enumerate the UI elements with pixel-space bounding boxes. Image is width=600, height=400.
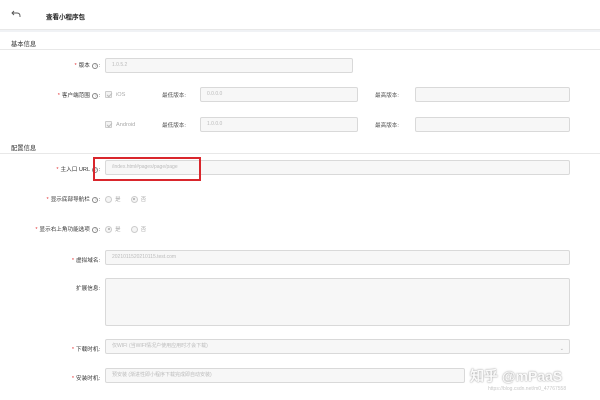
- checkbox-icon: [105, 91, 112, 98]
- android-min-label: 最低版本:: [162, 123, 186, 129]
- install-time-select[interactable]: 预安装 (渐进性即小程序下载完成即自动安装): [105, 368, 465, 383]
- divider: [0, 49, 600, 50]
- android-min-version-field[interactable]: 1.0.0.0: [200, 117, 358, 132]
- top-right-radio-group[interactable]: 是 否: [105, 225, 156, 233]
- android-max-version-field[interactable]: [415, 117, 570, 132]
- highlight-box: [93, 157, 201, 181]
- watermark-text: 知乎 @mPaaS: [470, 368, 563, 384]
- ios-min-label: 最低版本:: [162, 93, 186, 99]
- top-right-label: * 显示右上角功能选项 ?:: [35, 226, 100, 233]
- section-title-basic: 基本信息: [11, 41, 37, 48]
- bottom-nav-radio-group[interactable]: 是 否: [105, 195, 156, 203]
- page-header: 查看小程序包: [0, 0, 600, 30]
- divider: [0, 153, 600, 154]
- client-range-label: * 客户端范围 ?:: [57, 92, 100, 99]
- chevron-down-icon: ⌄: [559, 346, 564, 352]
- ios-max-version-field[interactable]: [415, 87, 570, 102]
- help-icon: ?: [92, 226, 99, 233]
- section-title-config: 配置信息: [11, 145, 37, 152]
- help-icon: ?: [92, 62, 99, 69]
- ios-checkbox[interactable]: iOS: [105, 91, 125, 98]
- android-max-label: 最高版本:: [375, 123, 399, 129]
- watermark-url: https://blog.csdn.net/m0_47767558: [488, 386, 567, 392]
- virtual-domain-label: * 虚拟域名:: [71, 258, 100, 264]
- ios-max-label: 最高版本:: [375, 93, 399, 99]
- ext-info-textarea[interactable]: [105, 278, 570, 326]
- main-url-label: * 主入口 URL ?:: [56, 166, 100, 173]
- virtual-domain-field[interactable]: 20210115202101​15.test.com: [105, 250, 570, 265]
- install-time-label: * 安装时机:: [71, 376, 100, 382]
- back-arrow-icon[interactable]: [11, 9, 21, 19]
- download-time-label: * 下载时机:: [71, 347, 100, 353]
- ext-info-label: 扩展信息:: [76, 286, 100, 292]
- version-label: * 版本 ?:: [74, 62, 100, 69]
- ios-min-version-field[interactable]: 0.0.0.0: [200, 87, 358, 102]
- download-time-select[interactable]: 仅WIFI (当WIFI情况户使用应用时才会下载) ⌄: [105, 339, 570, 354]
- page-title: 查看小程序包: [46, 14, 85, 21]
- radio-yes: [105, 195, 112, 203]
- help-icon: ?: [92, 196, 99, 203]
- bottom-nav-label: * 显示底部导航栏 ?:: [46, 196, 100, 203]
- help-icon: ?: [92, 92, 99, 99]
- android-checkbox[interactable]: Android: [105, 121, 135, 128]
- checkbox-icon: [105, 121, 112, 128]
- radio-no: [130, 225, 138, 233]
- radio-yes: [105, 225, 112, 233]
- version-field[interactable]: 1.0.5.2: [105, 58, 353, 73]
- radio-no: [130, 195, 138, 203]
